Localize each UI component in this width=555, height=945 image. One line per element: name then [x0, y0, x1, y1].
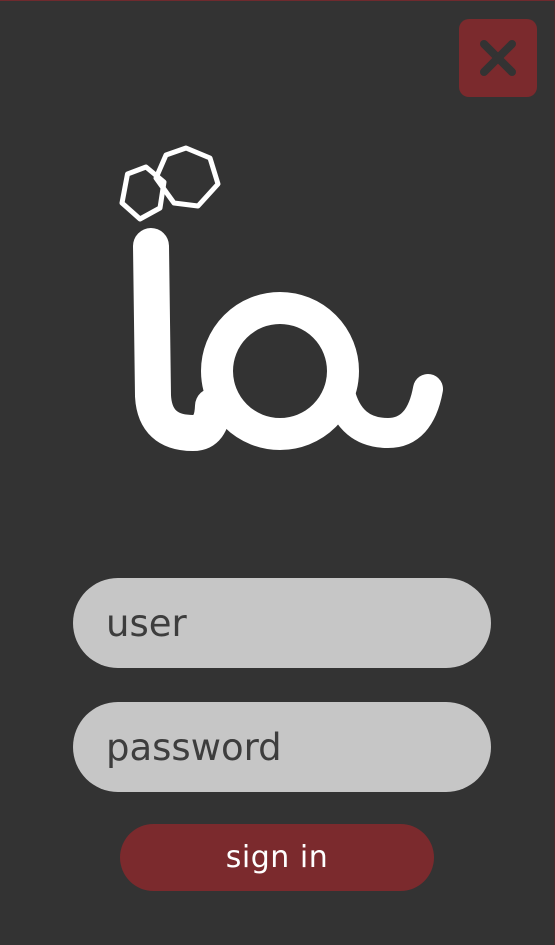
sign-in-button[interactable]: sign in [120, 824, 434, 891]
close-icon [480, 40, 516, 76]
user-field[interactable] [73, 578, 491, 668]
ia-logo-icon [119, 145, 443, 451]
close-button[interactable] [459, 19, 537, 97]
sign-in-label: sign in [225, 840, 329, 875]
login-screen: sign in [0, 0, 555, 945]
password-field[interactable] [73, 702, 491, 792]
